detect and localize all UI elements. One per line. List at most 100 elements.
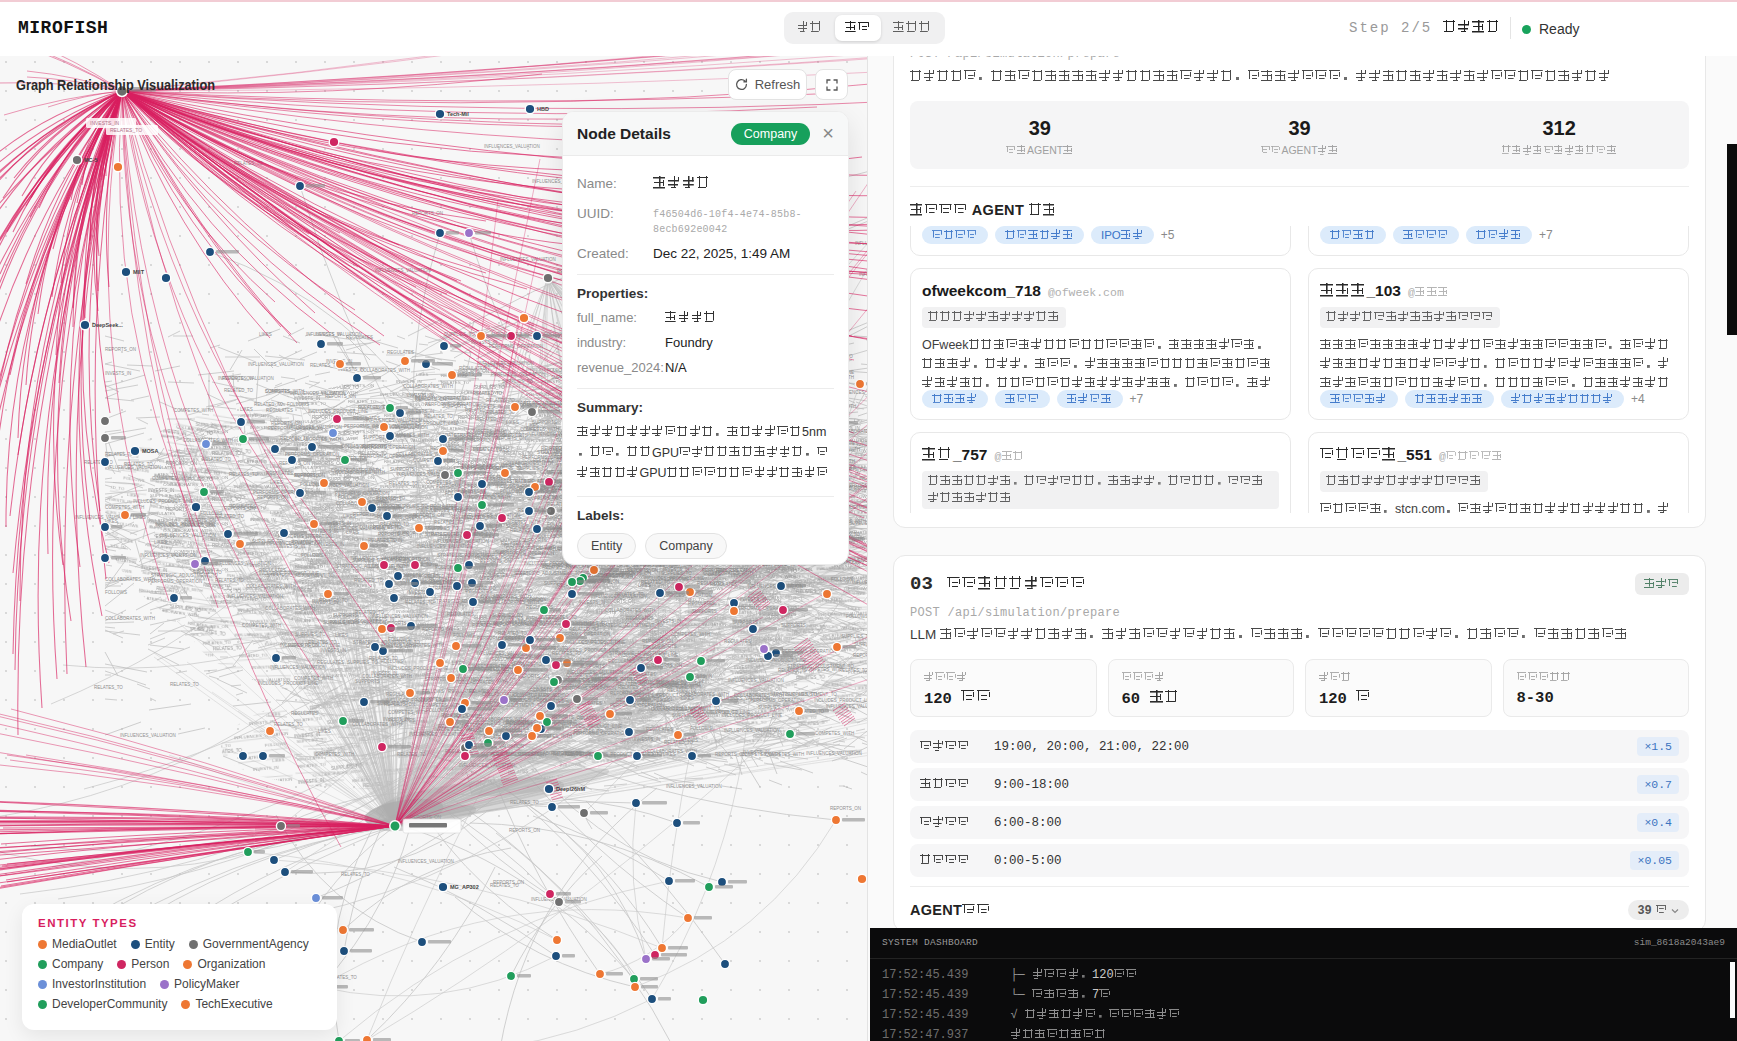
svg-text:PERFORMS_OPERATION: PERFORMS_OPERATION bbox=[415, 396, 469, 401]
svg-text:RELATED_TO: RELATED_TO bbox=[473, 447, 503, 452]
svg-text:INFLUENCES_VALUATION: INFLUENCES_VALUATION bbox=[350, 556, 406, 561]
svg-text:INVESTS_IN: INVESTS_IN bbox=[320, 648, 346, 653]
svg-text:INFLUENCES_VALUATION: INFLUENCES_VALUATION bbox=[140, 553, 196, 558]
svg-text:SUPPLIES_TO: SUPPLIES_TO bbox=[841, 634, 868, 639]
svg-text:RELATES_TO: RELATES_TO bbox=[94, 685, 123, 690]
svg-text:SUPPLIES_TO: SUPPLIES_TO bbox=[323, 620, 354, 625]
svg-text:INVESTS_IN: INVESTS_IN bbox=[105, 371, 131, 376]
svg-text:COMPETES_WITH: COMPETES_WITH bbox=[315, 752, 354, 757]
svg-text:PERFORMS_OPERATION: PERFORMS_OPERATION bbox=[148, 579, 202, 584]
svg-text:Tech-Mil: Tech-Mil bbox=[447, 111, 469, 117]
svg-text:PERFORMS_OPERATION: PERFORMS_OPERATION bbox=[750, 698, 804, 703]
svg-text:SUPPORTS: SUPPORTS bbox=[390, 467, 415, 472]
svg-text:FOLLOWS: FOLLOWS bbox=[287, 402, 309, 407]
svg-text:RELATES_TO: RELATES_TO bbox=[424, 414, 453, 419]
svg-text:RELATES_TO: RELATES_TO bbox=[215, 578, 244, 583]
svg-text:RELATES_TO: RELATES_TO bbox=[405, 600, 434, 605]
svg-text:FOLLOWS: FOLLOWS bbox=[831, 577, 853, 582]
svg-text:FOLLOWS: FOLLOWS bbox=[500, 489, 522, 494]
svg-text:INCLUDES_PRODUCT_LINE: INCLUDES_PRODUCT_LINE bbox=[746, 658, 806, 663]
svg-text:INCLUDES_PRODUCT_LINE: INCLUDES_PRODUCT_LINE bbox=[155, 522, 215, 527]
svg-text:RELATED_TO: RELATED_TO bbox=[553, 752, 583, 757]
svg-text:REPORTS_ON: REPORTS_ON bbox=[853, 653, 868, 658]
svg-text:MIIT: MIIT bbox=[133, 269, 145, 275]
svg-text:INFLUENCES_VALUATION: INFLUENCES_VALUATION bbox=[724, 728, 780, 733]
svg-text:RELATED_TO: RELATED_TO bbox=[667, 688, 697, 693]
svg-text:RELATED_TO: RELATED_TO bbox=[224, 388, 254, 393]
svg-text:SUPPORTS: SUPPORTS bbox=[781, 623, 806, 628]
svg-text:STRATEGIC_ADJUSTMENT_TO: STRATEGIC_ADJUSTMENT_TO bbox=[770, 692, 837, 697]
svg-text:REPORTS_ON: REPORTS_ON bbox=[509, 828, 540, 833]
svg-text:REGULATES: REGULATES bbox=[387, 350, 414, 355]
svg-text:STRATEGIC_ADJUSTMENT_TO: STRATEGIC_ADJUSTMENT_TO bbox=[596, 623, 663, 628]
svg-text:RELATED_TO: RELATED_TO bbox=[280, 436, 310, 441]
svg-text:REPORTS_ON: REPORTS_ON bbox=[715, 752, 746, 757]
svg-text:REGULATES: REGULATES bbox=[626, 616, 653, 621]
svg-text:INVESTS_IN: INVESTS_IN bbox=[383, 717, 409, 722]
svg-text:LIKES: LIKES bbox=[508, 752, 521, 757]
svg-text:REGULATES: REGULATES bbox=[266, 408, 293, 413]
svg-text:REGULATES: REGULATES bbox=[430, 504, 457, 509]
svg-text:COMPETES_WITH: COMPETES_WITH bbox=[815, 731, 854, 736]
svg-text:INVESTS_IN: INVESTS_IN bbox=[634, 737, 660, 742]
svg-text:COLLABORATES_WITH: COLLABORATES_WITH bbox=[403, 384, 453, 389]
svg-text:FOLLOWS: FOLLOWS bbox=[200, 511, 222, 516]
svg-text:INCLUDES_PRODUCT_LINE: INCLUDES_PRODUCT_LINE bbox=[814, 698, 868, 703]
svg-text:RELATES_TO: RELATES_TO bbox=[319, 598, 348, 603]
svg-text:RELATES_TO: RELATES_TO bbox=[110, 127, 142, 133]
svg-text:RELATES_TO: RELATES_TO bbox=[839, 668, 868, 673]
svg-text:REGULATES: REGULATES bbox=[646, 727, 673, 732]
svg-text:REGULATES: REGULATES bbox=[697, 581, 724, 586]
svg-text:RELATES_TO: RELATES_TO bbox=[341, 872, 370, 877]
svg-text:COMPETES_WITH: COMPETES_WITH bbox=[105, 505, 144, 510]
svg-text:RELATED_TO: RELATED_TO bbox=[354, 578, 384, 583]
svg-text:INFLUENCES_VALUATION: INFLUENCES_VALUATION bbox=[398, 859, 454, 864]
svg-text:REPORTS_ON: REPORTS_ON bbox=[353, 512, 384, 517]
svg-text:SUPPORTS: SUPPORTS bbox=[333, 613, 358, 618]
svg-text:FOLLOWS: FOLLOWS bbox=[105, 590, 127, 595]
svg-text:SUPPORTS: SUPPORTS bbox=[532, 420, 557, 425]
svg-text:SUPPORTS: SUPPORTS bbox=[355, 679, 380, 684]
svg-text:RELATES_TO: RELATES_TO bbox=[170, 682, 199, 687]
svg-text:COMPETES_WITH: COMPETES_WITH bbox=[741, 752, 780, 757]
svg-text:LIKES: LIKES bbox=[318, 729, 331, 734]
svg-text:INVESTS_IN: INVESTS_IN bbox=[90, 120, 120, 126]
svg-text:REGULATES: REGULATES bbox=[459, 366, 486, 371]
svg-text:REPORTS_ON: REPORTS_ON bbox=[378, 532, 409, 537]
svg-text:COMPETES_WITH: COMPETES_WITH bbox=[174, 408, 213, 413]
svg-text:STRATEGIC_ADJUSTMENT_TO: STRATEGIC_ADJUSTMENT_TO bbox=[653, 706, 720, 711]
svg-text:COLLABORATES_WITH: COLLABORATES_WITH bbox=[341, 444, 391, 449]
svg-text:LIKES: LIKES bbox=[154, 540, 167, 545]
svg-text:PERFORMS_OPERATION: PERFORMS_OPERATION bbox=[361, 454, 415, 459]
svg-text:INFLUENCES_VALUATION: INFLUENCES_VALUATION bbox=[227, 594, 283, 599]
svg-text:PERFORMS_OPERATION: PERFORMS_OPERATION bbox=[335, 491, 389, 496]
svg-text:COLLABORATES_WITH: COLLABORATES_WITH bbox=[246, 584, 296, 589]
svg-text:COLLABORATES_WITH: COLLABORATES_WITH bbox=[105, 616, 155, 621]
svg-text:FOLLOWS: FOLLOWS bbox=[690, 726, 712, 731]
svg-text:INFLUENCES_VALUATION: INFLUENCES_VALUATION bbox=[270, 665, 326, 670]
svg-text:PERFORMS_OPERATION: PERFORMS_OPERATION bbox=[425, 402, 479, 407]
svg-text:REGULATES: REGULATES bbox=[266, 471, 293, 476]
svg-text:INFLUENCES_VALUATION: INFLUENCES_VALUATION bbox=[728, 678, 784, 683]
svg-text:SUPPLIES_TO: SUPPLIES_TO bbox=[295, 632, 326, 637]
svg-text:RELATED_TO: RELATED_TO bbox=[355, 610, 385, 615]
svg-text:RELATES_TO: RELATES_TO bbox=[389, 481, 418, 486]
svg-text:INFLUENCES_VALUATION: INFLUENCES_VALUATION bbox=[806, 751, 862, 756]
svg-text:INVESTS_IN: INVESTS_IN bbox=[501, 463, 527, 468]
svg-text:REPORTS_ON: REPORTS_ON bbox=[224, 506, 255, 511]
svg-text:FOLLOWS: FOLLOWS bbox=[388, 637, 410, 642]
svg-text:DeepSeek...: DeepSeek... bbox=[92, 322, 123, 328]
svg-text:COLLABORATES_WITH: COLLABORATES_WITH bbox=[605, 608, 655, 613]
svg-text:PERFORMS_OPERATION: PERFORMS_OPERATION bbox=[344, 424, 398, 429]
svg-text:FOLLOWS: FOLLOWS bbox=[533, 545, 555, 550]
svg-text:RELATES_TO: RELATES_TO bbox=[373, 525, 402, 530]
svg-text:REPORTS_ON: REPORTS_ON bbox=[422, 627, 453, 632]
svg-text:INFLUENCES_VALUATION: INFLUENCES_VALUATION bbox=[417, 544, 473, 549]
svg-text:INVESTS_IN: INVESTS_IN bbox=[318, 542, 344, 547]
svg-text:INFLUENCES_VALUATION: INFLUENCES_VALUATION bbox=[484, 144, 540, 149]
svg-text:INFLUENCES_VALUATION: INFLUENCES_VALUATION bbox=[433, 539, 489, 544]
svg-text:MC-5: MC-5 bbox=[84, 157, 97, 163]
svg-text:RELATES_TO: RELATES_TO bbox=[193, 570, 222, 575]
svg-text:INCLUDES_PRODUCT_LINE: INCLUDES_PRODUCT_LINE bbox=[398, 421, 458, 426]
svg-text:COLLABORATES_WITH: COLLABORATES_WITH bbox=[265, 606, 315, 611]
